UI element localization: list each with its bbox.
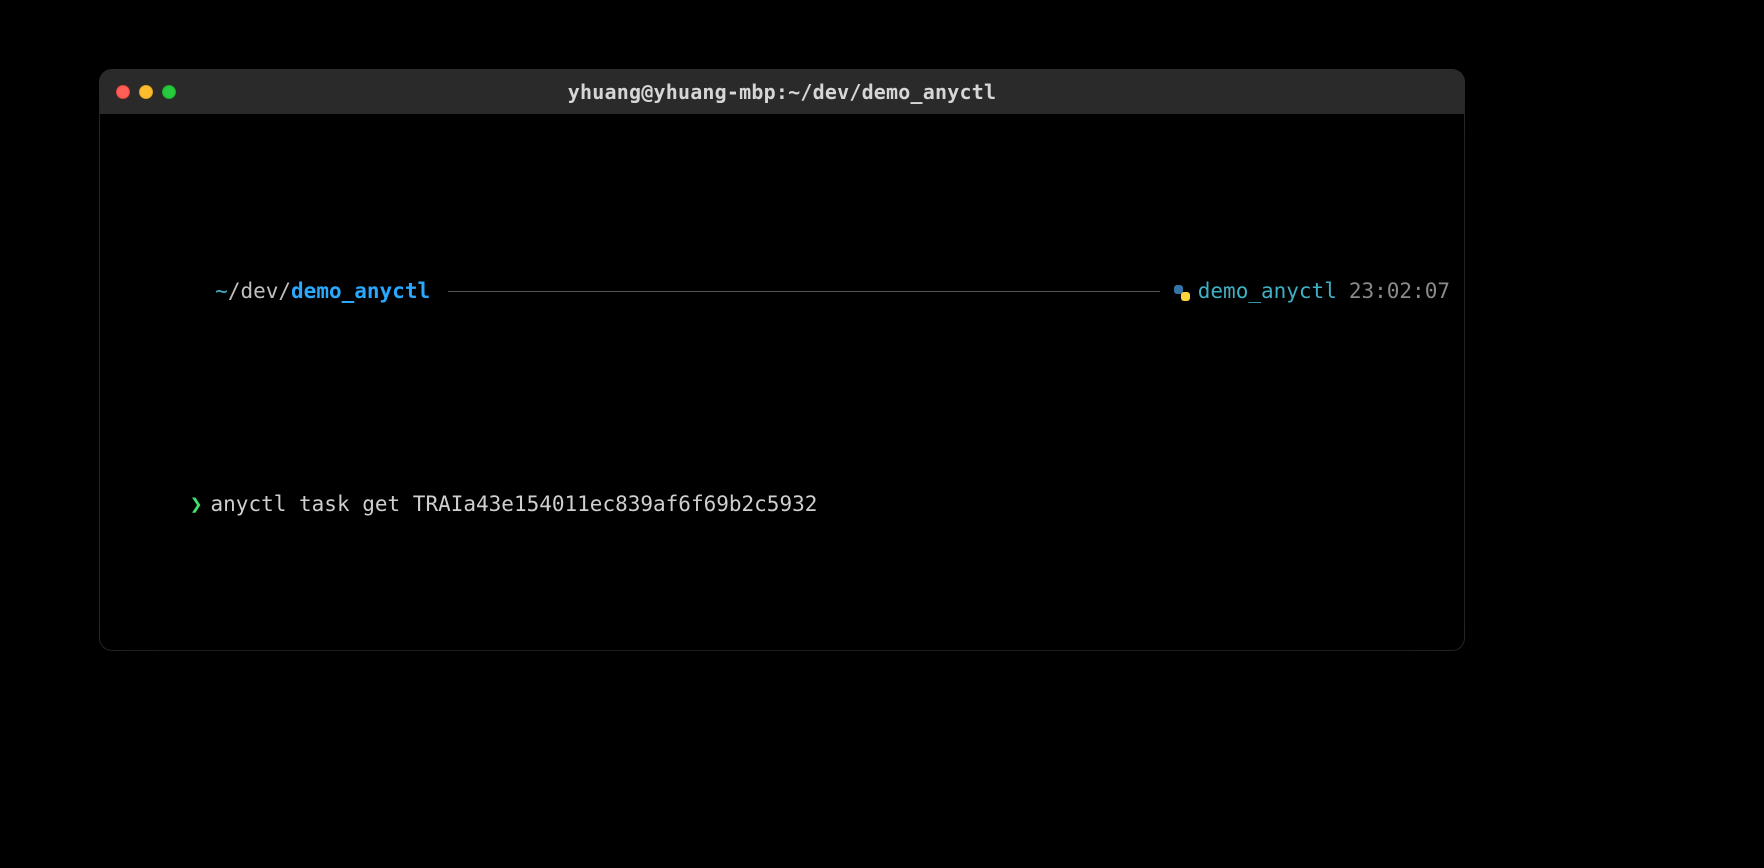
path-dir: demo_anyctl [291,279,430,303]
terminal-body[interactable]: ~/dev/demo_anyctl demo_anyctl 23:02:07 ❯… [100,114,1464,650]
titlebar: yhuang@yhuang-mbp:~/dev/demo_anyctl [100,70,1464,114]
prompt-header-1: ~/dev/demo_anyctl demo_anyctl 23:02:07 [114,246,1450,337]
virtualenv-name: demo_anyctl [1198,276,1337,306]
python-icon [1174,285,1190,301]
command-text: anyctl task get TRAIa43e154011ec839af6f6… [211,492,818,516]
path-tilde: ~ [215,279,228,303]
close-icon[interactable] [116,85,130,99]
minimize-icon[interactable] [139,85,153,99]
prompt-caret: ❯ [190,492,203,516]
prompt-time: 23:02:07 [1349,276,1450,306]
divider [448,291,1160,292]
window-title: yhuang@yhuang-mbp:~/dev/demo_anyctl [100,80,1464,104]
path-mid: /dev/ [228,279,291,303]
terminal-window: yhuang@yhuang-mbp:~/dev/demo_anyctl ~/de… [100,70,1464,650]
traffic-lights [116,85,176,99]
zoom-icon[interactable] [162,85,176,99]
command-line-1: ❯ anyctl task get TRAIa43e154011ec839af6f… [114,459,1450,550]
